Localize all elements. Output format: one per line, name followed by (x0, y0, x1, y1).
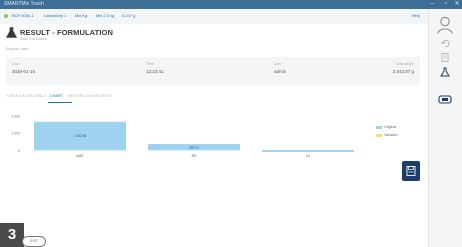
page-subtitle: Base Formulation (20, 37, 48, 41)
user-icon[interactable] (437, 16, 453, 34)
x-tick-label: LV (306, 154, 311, 158)
toolbar-lab[interactable]: Laboratory 1 (44, 13, 66, 18)
legend-label-variation: Variation (384, 133, 398, 137)
save-button[interactable] (402, 161, 420, 181)
bar-chart: 2,000 1,000 0 1,662.58 WAT 364.21 RS LV (11, 115, 354, 158)
toolbar-mix-weight[interactable]: Mix 2.3 kg (96, 13, 114, 18)
field-user-label: User (274, 62, 282, 66)
bar-value-label: 364.21 (189, 145, 199, 149)
tab-mixture-ingredients[interactable]: MIXTURE INGREDIENTS (68, 94, 112, 98)
field-date-label: Date (12, 62, 20, 66)
info-card: Date 2020-01-15 Time 13:23:41 User admin… (6, 57, 420, 85)
step-number-badge: 3 (0, 223, 24, 247)
active-tab-indicator (48, 102, 72, 103)
field-time-value: 13:23:41 (146, 69, 164, 74)
x-tick-label: WAT (76, 154, 84, 158)
field-time-label: Time (146, 62, 154, 66)
x-tick-label: RS (192, 154, 198, 158)
y-tick-label: 0 (18, 149, 20, 153)
toolbar-mix[interactable]: Mix Kg (75, 13, 87, 18)
tab-formulation-table[interactable]: FORMULATION TABLE (6, 94, 46, 98)
field-total: Total weight 2,043.07 g (393, 62, 414, 74)
field-date: Date 2020-01-15 (12, 62, 35, 74)
status-toolbar: BCP 8000-1 Laboratory 1 Mix Kg Mix 2.3 k… (0, 9, 428, 24)
y-tick-label: 1,000 (11, 132, 20, 136)
page-title: RESULT - FORMULATION (20, 28, 113, 37)
save-icon (406, 166, 416, 176)
close-icon[interactable]: ✕ (451, 0, 462, 9)
undo-icon[interactable] (441, 39, 450, 48)
tab-chart[interactable]: CHART (50, 94, 63, 98)
field-date-value: 2020-01-15 (12, 69, 36, 74)
y-tick-label: 2,000 (11, 115, 20, 119)
tab-bar: FORMULATION TABLE CHART MIXTURE INGREDIE… (6, 92, 206, 104)
legend-label-original: Original (384, 125, 397, 129)
field-total-value: 2,043.07 g (392, 69, 414, 74)
field-user-value: admin (274, 69, 287, 74)
scale-icon[interactable] (438, 94, 452, 105)
minimize-icon[interactable]: – (426, 0, 438, 9)
exit-button[interactable]: EXIT (22, 236, 46, 247)
toolbar-scale[interactable]: 0.247 g (122, 13, 135, 18)
field-time: Time 13:23:41 (146, 62, 164, 74)
field-total-label: Total weight (395, 62, 414, 66)
legend-swatch-original (376, 126, 382, 129)
bar-lv (262, 150, 354, 153)
document-icon[interactable] (441, 53, 449, 62)
chart-area: 2,000 1,000 0 1,662.58 WAT 364.21 RS LV (0, 108, 425, 168)
formulation-flask-icon (6, 27, 17, 38)
field-user: User admin (274, 62, 286, 74)
window-title: SMARTMix Touch (4, 1, 44, 7)
bar-value-label: 1,662.58 (74, 134, 87, 138)
right-sidebar (428, 9, 462, 247)
legend-swatch-variation (376, 134, 382, 137)
toolbar-machine[interactable]: BCP 8000-1 (12, 13, 34, 18)
help-link[interactable]: Help (412, 13, 420, 18)
flask-icon[interactable] (440, 67, 450, 77)
title-bar: SMARTMix Touch – ▫ ✕ (0, 0, 462, 9)
status-dot-icon (4, 14, 8, 18)
breadcrumb: Supplier Label (6, 47, 29, 51)
